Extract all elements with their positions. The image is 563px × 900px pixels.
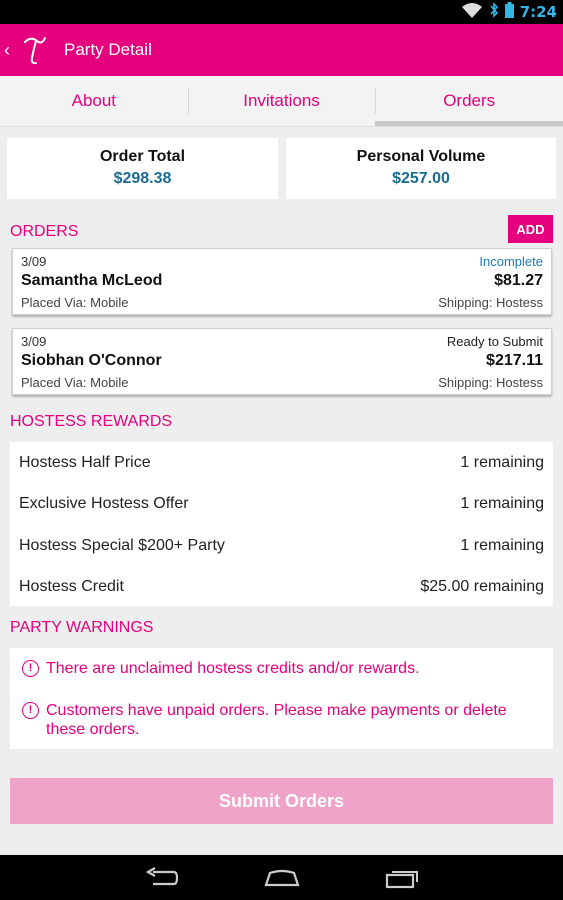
orders-section-title: ORDERS — [10, 223, 79, 240]
warning-item: ! Customers have unpaid orders. Please m… — [22, 701, 542, 739]
order-status: Ready to Submit — [446, 334, 543, 349]
order-placed-via: Placed Via: Mobile — [21, 295, 129, 310]
order-amount: $217.11 — [486, 352, 543, 369]
order-shipping: Shipping: Hostess — [438, 295, 543, 310]
bluetooth-icon — [489, 1, 499, 23]
order-card[interactable]: 3/09 Ready to Submit Siobhan O'Connor $2… — [12, 328, 552, 395]
reward-row[interactable]: Hostess Special $200+ Party 1 remaining — [10, 525, 553, 566]
reward-row[interactable]: Hostess Half Price 1 remaining — [10, 442, 553, 483]
personal-volume-value: $257.00 — [392, 170, 450, 187]
order-date: 3/09 — [21, 254, 47, 269]
exclamation-circle-icon: ! — [22, 660, 39, 677]
reward-value: 1 remaining — [460, 494, 544, 512]
order-amount: $81.27 — [494, 272, 543, 289]
reward-value: $25.00 remaining — [420, 577, 544, 595]
hostess-rewards-list: Hostess Half Price 1 remaining Exclusive… — [10, 442, 553, 606]
reward-row[interactable]: Hostess Credit $25.00 remaining — [10, 566, 553, 607]
order-total-label: Order Total — [99, 148, 186, 165]
chevron-left-icon[interactable]: ‹ — [4, 40, 14, 61]
reward-label: Hostess Credit — [19, 577, 124, 595]
reward-value: 1 remaining — [460, 453, 544, 471]
home-nav-icon[interactable] — [262, 865, 302, 891]
recents-nav-icon[interactable] — [382, 865, 422, 891]
reward-row[interactable]: Exclusive Hostess Offer 1 remaining — [10, 483, 553, 524]
order-shipping: Shipping: Hostess — [438, 375, 543, 390]
app-logo-icon[interactable] — [20, 30, 50, 70]
reward-label: Hostess Special $200+ Party — [19, 536, 225, 554]
page-title: Party Detail — [64, 40, 152, 59]
tab-about[interactable]: About — [0, 76, 188, 126]
order-date: 3/09 — [21, 334, 47, 349]
exclamation-circle-icon: ! — [22, 702, 39, 719]
order-card[interactable]: 3/09 Incomplete Samantha McLeod $81.27 P… — [12, 248, 552, 315]
add-order-button[interactable]: ADD — [508, 215, 553, 243]
personal-volume-card: Personal Volume $257.00 — [286, 138, 556, 199]
status-time: 7:24 — [519, 3, 557, 21]
order-customer-name: Samantha McLeod — [21, 272, 163, 289]
warning-text: There are unclaimed hostess credits and/… — [46, 660, 420, 677]
reward-label: Exclusive Hostess Offer — [19, 494, 189, 512]
warning-item: ! There are unclaimed hostess credits an… — [22, 659, 542, 678]
reward-label: Hostess Half Price — [19, 453, 151, 471]
battery-icon — [504, 1, 514, 23]
action-bar: ‹ Party Detail — [0, 24, 563, 76]
wifi-icon — [461, 2, 483, 23]
warning-text: Customers have unpaid orders. Please mak… — [46, 702, 507, 738]
submit-orders-button[interactable]: Submit Orders — [10, 778, 553, 824]
status-icons: 7:24 — [461, 1, 557, 23]
party-warnings-section-title: PARTY WARNINGS — [10, 619, 154, 636]
status-bar: 7:24 — [0, 0, 563, 24]
order-customer-name: Siobhan O'Connor — [21, 352, 162, 369]
reward-value: 1 remaining — [460, 536, 544, 554]
order-total-card: Order Total $298.38 — [7, 138, 278, 199]
personal-volume-label: Personal Volume — [356, 148, 486, 165]
tab-orders[interactable]: Orders — [375, 76, 563, 126]
party-warnings-list: ! There are unclaimed hostess credits an… — [10, 648, 553, 749]
system-nav-bar — [0, 855, 563, 900]
hostess-rewards-section-title: HOSTESS REWARDS — [10, 413, 173, 430]
order-total-value: $298.38 — [113, 170, 172, 187]
tab-bar: About Invitations Orders — [0, 76, 563, 127]
back-nav-icon[interactable] — [141, 865, 181, 891]
order-placed-via: Placed Via: Mobile — [21, 375, 129, 390]
order-status: Incomplete — [479, 254, 543, 269]
tab-invitations[interactable]: Invitations — [187, 76, 376, 126]
